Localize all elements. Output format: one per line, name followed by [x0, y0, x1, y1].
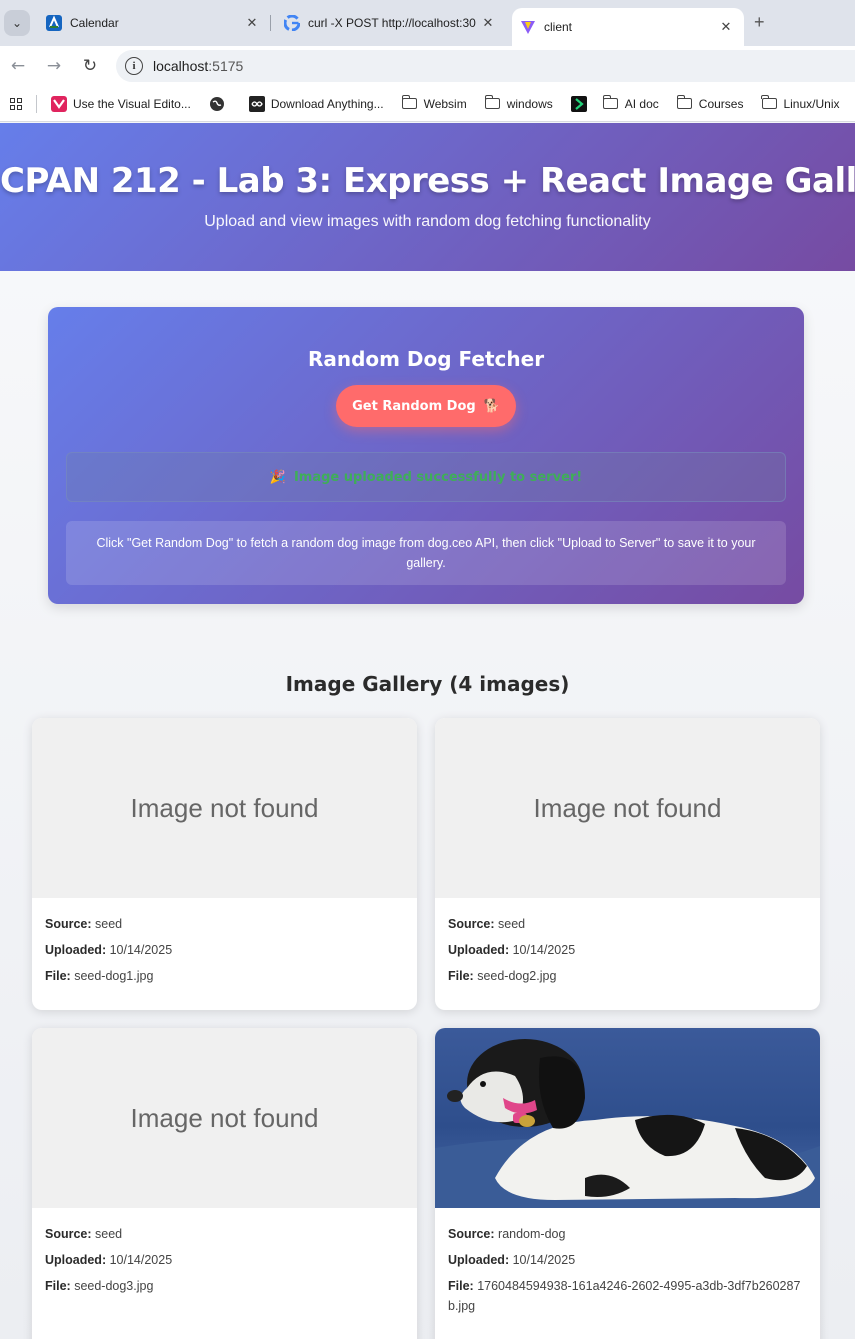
- omnibox[interactable]: i localhost:5175: [116, 50, 855, 82]
- google-favicon-icon: [284, 15, 300, 31]
- card-meta: Source: random-dog Uploaded: 10/14/2025 …: [435, 1208, 820, 1336]
- bookmark-globe[interactable]: [209, 96, 231, 112]
- gallery-card[interactable]: Image not found Source: seed Uploaded: 1…: [435, 718, 820, 1010]
- green-app-logo-icon: [570, 95, 587, 112]
- page-title: CPAN 212 - Lab 3: Express + React Image …: [0, 161, 855, 201]
- arrow-right-icon: →: [46, 56, 62, 76]
- party-popper-icon: 🎉: [269, 469, 286, 485]
- page-header: CPAN 212 - Lab 3: Express + React Image …: [0, 123, 855, 271]
- fetcher-title: Random Dog Fetcher: [307, 347, 545, 371]
- folder-icon: [676, 95, 693, 109]
- browser-tab-bar: ⌄ Calendar ✕ curl -X POST http://localho…: [0, 0, 855, 46]
- tab-title: curl -X POST http://localhost:30: [308, 16, 476, 30]
- uploaded-row: Uploaded: 10/14/2025: [448, 1253, 576, 1267]
- instructions-text: Click "Get Random Dog" to fetch a random…: [96, 536, 756, 570]
- file-row: File: seed-dog1.jpg: [45, 969, 154, 983]
- new-tab-button[interactable]: +: [754, 12, 765, 33]
- globe-icon: [209, 96, 225, 112]
- gallery-title: Image Gallery (4 images): [285, 672, 570, 696]
- image-placeholder: Image not found: [32, 1028, 417, 1208]
- success-text: Image uploaded successfully to server!: [293, 469, 583, 485]
- forward-button[interactable]: →: [42, 54, 66, 78]
- close-tab-icon[interactable]: ✕: [244, 15, 260, 31]
- tab-calendar[interactable]: Calendar ✕: [38, 8, 268, 38]
- back-button[interactable]: ←: [6, 54, 30, 78]
- dog-icon: 🐕: [483, 398, 500, 414]
- site-info-icon[interactable]: i: [125, 57, 143, 75]
- random-dog-fetcher-panel: Random Dog Fetcher Get Random Dog 🐕 🎉 Im…: [48, 307, 804, 604]
- tab-search-button[interactable]: ⌄: [4, 10, 30, 36]
- calendar-favicon-icon: [46, 15, 62, 31]
- bookmarks-bar: Use the Visual Edito... Download Anythin…: [0, 86, 855, 122]
- dog-photo: [435, 1028, 820, 1208]
- page-viewport: CPAN 212 - Lab 3: Express + React Image …: [0, 123, 855, 1339]
- page-subtitle: Upload and view images with random dog f…: [204, 213, 651, 230]
- apps-grid-icon[interactable]: [10, 97, 22, 110]
- folder-icon: [761, 95, 777, 109]
- image-placeholder: Image not found: [32, 718, 417, 898]
- bookmark-app[interactable]: [570, 95, 593, 112]
- dog-illustration: [435, 1039, 820, 1208]
- success-message: 🎉 Image uploaded successfully to server!: [66, 452, 786, 502]
- button-label: Get Random Dog: [352, 398, 476, 414]
- bookmark-linux-unix[interactable]: Linux/Unix: [761, 95, 840, 112]
- tab-title: client: [544, 20, 573, 34]
- address-bar-row: ← → ↻ i localhost:5175: [0, 46, 855, 86]
- tab-curl[interactable]: curl -X POST http://localhost:30 ✕: [276, 8, 504, 38]
- folder-icon: [602, 95, 619, 109]
- visual-editor-logo-icon: [51, 95, 67, 112]
- tab-divider: [270, 15, 271, 31]
- get-random-dog-button[interactable]: Get Random Dog 🐕: [336, 385, 516, 427]
- url-text: localhost:5175: [153, 58, 244, 74]
- gallery-card[interactable]: Image not found Source: seed Uploaded: 1…: [32, 1028, 417, 1339]
- close-tab-icon[interactable]: ✕: [718, 19, 734, 35]
- bookmark-websim[interactable]: Websim: [401, 95, 467, 112]
- card-meta: Source: seed Uploaded: 10/14/2025 File: …: [32, 898, 417, 1006]
- bookmark-download-anything[interactable]: Download Anything...: [248, 95, 384, 112]
- file-row: File: seed-dog2.jpg: [448, 969, 557, 983]
- close-tab-icon[interactable]: ✕: [480, 15, 496, 31]
- tab-client[interactable]: client ✕: [512, 8, 744, 46]
- file-row: File: 1760484594938-161a4246-2602-4995-a…: [448, 1279, 801, 1313]
- download-logo-icon: [248, 95, 265, 112]
- uploaded-row: Uploaded: 10/14/2025: [45, 943, 173, 957]
- source-row: Source: seed: [45, 917, 123, 931]
- bookmark-windows[interactable]: windows: [484, 95, 553, 112]
- tab-title: Calendar: [70, 16, 119, 30]
- source-row: Source: random-dog: [448, 1227, 566, 1241]
- folder-icon: [401, 95, 418, 109]
- bookmark-visual-editor[interactable]: Use the Visual Edito...: [51, 95, 191, 112]
- arrow-left-icon: ←: [10, 56, 26, 76]
- uploaded-row: Uploaded: 10/14/2025: [448, 943, 576, 957]
- card-meta: Source: seed Uploaded: 10/14/2025 File: …: [435, 898, 820, 1006]
- image-placeholder: Image not found: [435, 718, 820, 898]
- reload-button[interactable]: ↻: [78, 54, 102, 78]
- instructions-box: Click "Get Random Dog" to fetch a random…: [66, 521, 786, 585]
- gallery-card[interactable]: Source: random-dog Uploaded: 10/14/2025 …: [435, 1028, 820, 1339]
- folder-icon: [484, 95, 501, 109]
- reload-icon: ↻: [82, 56, 98, 76]
- bookmark-ai-doc[interactable]: AI doc: [602, 95, 659, 112]
- file-row: File: seed-dog3.jpg: [45, 1279, 154, 1293]
- vite-favicon-icon: [520, 19, 536, 35]
- chevron-down-icon: ⌄: [11, 16, 23, 30]
- bookmark-courses[interactable]: Courses: [676, 95, 743, 112]
- uploaded-row: Uploaded: 10/14/2025: [45, 1253, 173, 1267]
- bookmark-divider: [36, 94, 37, 113]
- source-row: Source: seed: [448, 917, 526, 931]
- source-row: Source: seed: [45, 1227, 123, 1241]
- card-meta: Source: seed Uploaded: 10/14/2025 File: …: [32, 1208, 417, 1316]
- plus-icon: +: [754, 12, 765, 32]
- gallery-card[interactable]: Image not found Source: seed Uploaded: 1…: [32, 718, 417, 1010]
